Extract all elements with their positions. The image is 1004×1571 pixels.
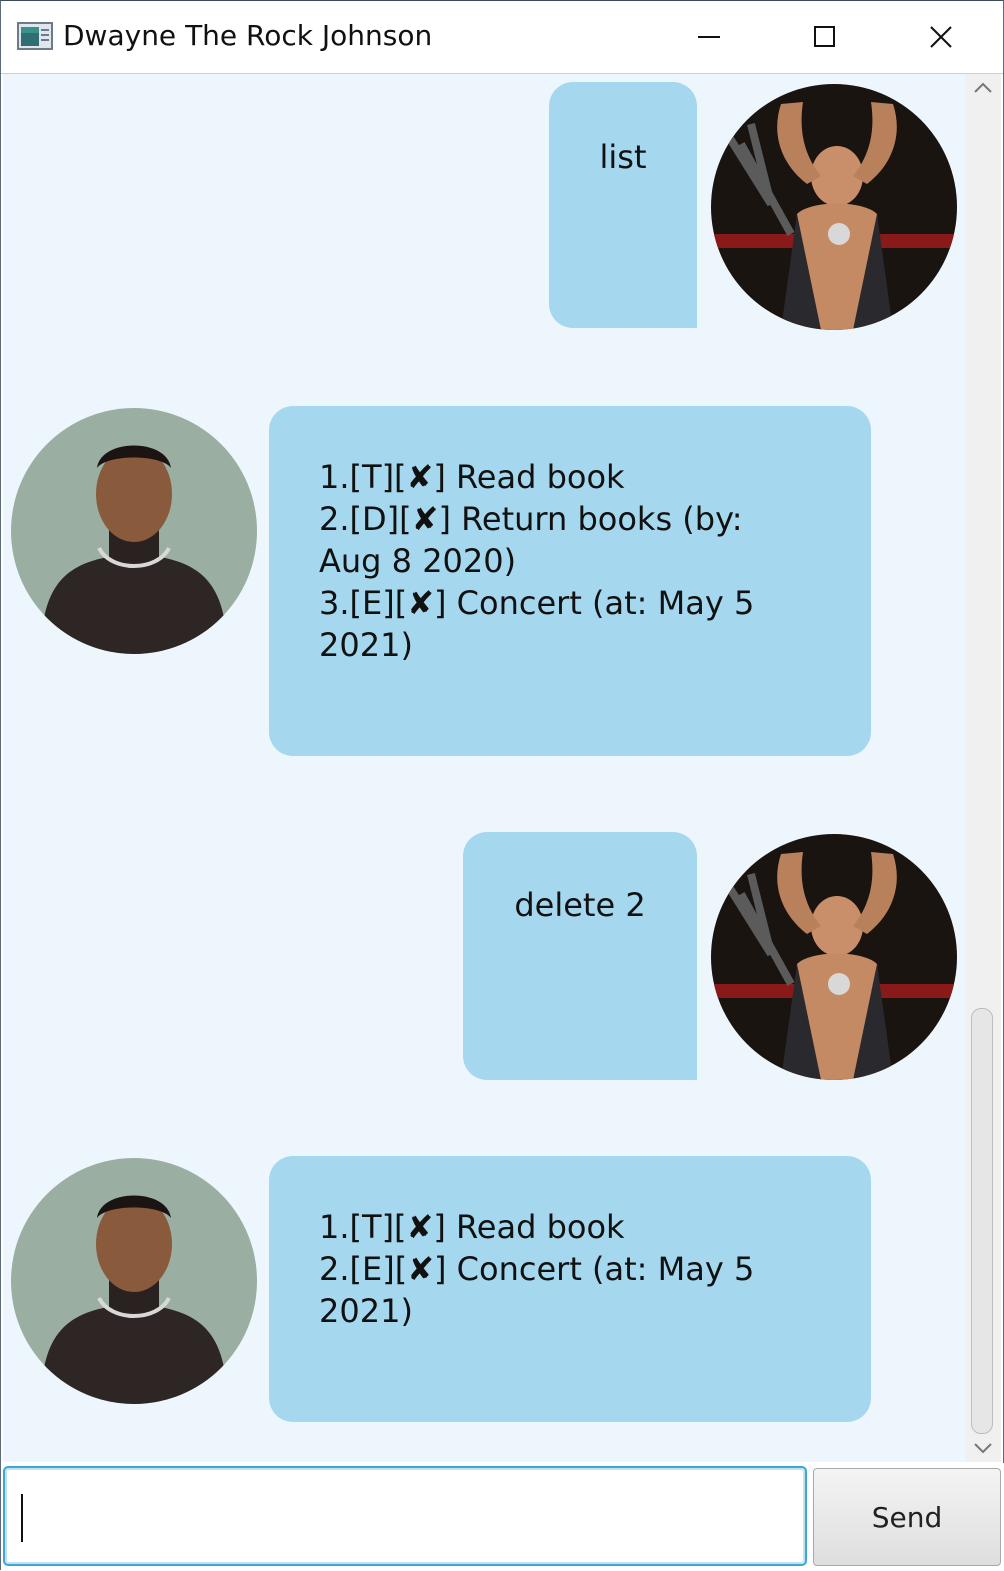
message-text: list bbox=[599, 138, 647, 176]
message-text-line: 2021) bbox=[319, 1292, 413, 1330]
vertical-scrollbar[interactable] bbox=[965, 74, 1001, 1462]
scroll-down-button[interactable] bbox=[965, 1434, 1001, 1462]
bot-avatar bbox=[11, 408, 257, 654]
message-text: delete 2 bbox=[514, 886, 646, 924]
user-message-bubble: list bbox=[549, 82, 697, 328]
send-button[interactable]: Send bbox=[813, 1468, 1001, 1566]
scroll-thumb[interactable] bbox=[971, 1008, 993, 1434]
app-window-icon bbox=[17, 22, 53, 50]
chevron-down-icon bbox=[974, 1443, 992, 1454]
bot-message-bubble: 1.[T][✘] Read book 2.[E][✘] Concert (at:… bbox=[269, 1156, 871, 1422]
user-avatar bbox=[711, 84, 957, 330]
chevron-up-icon bbox=[974, 82, 992, 93]
user-avatar bbox=[711, 834, 957, 1080]
message-text-line: 1.[T][✘] Read book bbox=[319, 458, 625, 496]
scroll-up-button[interactable] bbox=[965, 74, 1001, 102]
title-bar: Dwayne The Rock Johnson bbox=[1, 1, 1003, 74]
app-window: Dwayne The Rock Johnson list 1.[T][✘] Re… bbox=[0, 0, 1004, 1571]
close-button[interactable] bbox=[883, 1, 999, 73]
message-text-line: 2.[E][✘] Concert (at: May 5 bbox=[319, 1250, 755, 1288]
message-text-line: 3.[E][✘] Concert (at: May 5 bbox=[319, 584, 755, 622]
message-text-line: 2021) bbox=[319, 626, 413, 664]
message-text-line: Aug 8 2020) bbox=[319, 542, 517, 580]
text-caret bbox=[21, 1494, 23, 1542]
close-icon bbox=[930, 26, 952, 48]
bot-avatar bbox=[11, 1158, 257, 1404]
window-title: Dwayne The Rock Johnson bbox=[63, 19, 433, 52]
bot-message-bubble: 1.[T][✘] Read book 2.[D][✘] Return books… bbox=[269, 406, 871, 756]
chat-scroll-pane[interactable]: list 1.[T][✘] Read book 2.[D][✘] Return … bbox=[3, 74, 965, 1462]
minimize-button[interactable] bbox=[651, 1, 767, 73]
maximize-icon bbox=[814, 26, 835, 47]
message-text-line: 2.[D][✘] Return books (by: bbox=[319, 500, 743, 538]
user-message-bubble: delete 2 bbox=[463, 832, 697, 1080]
minimize-icon bbox=[698, 36, 720, 38]
message-input[interactable] bbox=[3, 1466, 807, 1566]
maximize-button[interactable] bbox=[767, 1, 883, 73]
input-bar: Send bbox=[1, 1463, 1004, 1571]
message-text-line: 1.[T][✘] Read book bbox=[319, 1208, 625, 1246]
